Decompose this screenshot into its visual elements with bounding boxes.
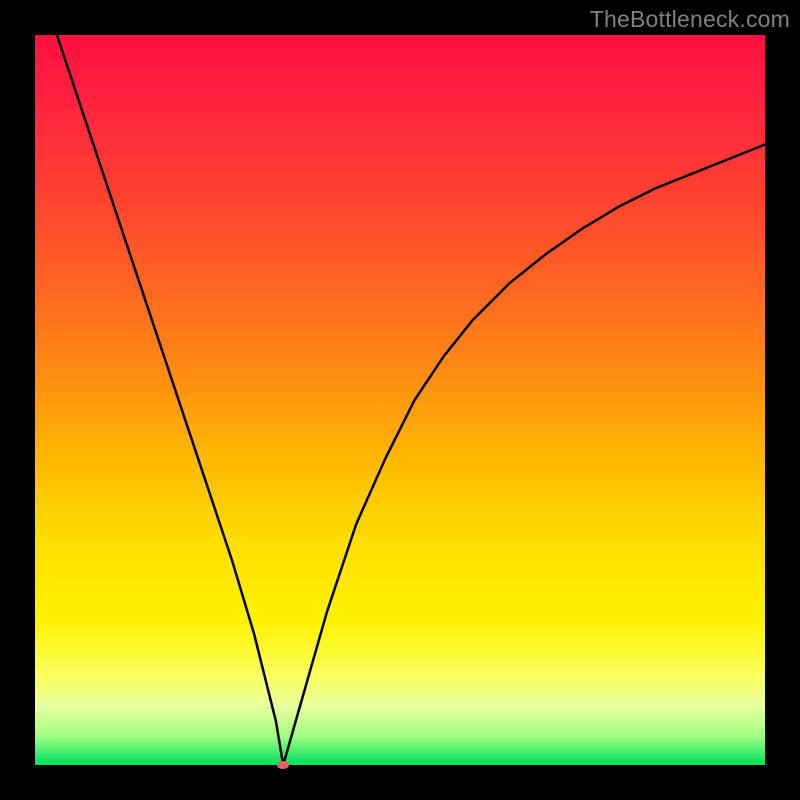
watermark-text: TheBottleneck.com [590, 6, 790, 33]
plot-area [35, 35, 765, 765]
bottleneck-curve [35, 35, 765, 765]
chart-frame: TheBottleneck.com [0, 0, 800, 800]
optimal-point-marker [277, 761, 289, 769]
